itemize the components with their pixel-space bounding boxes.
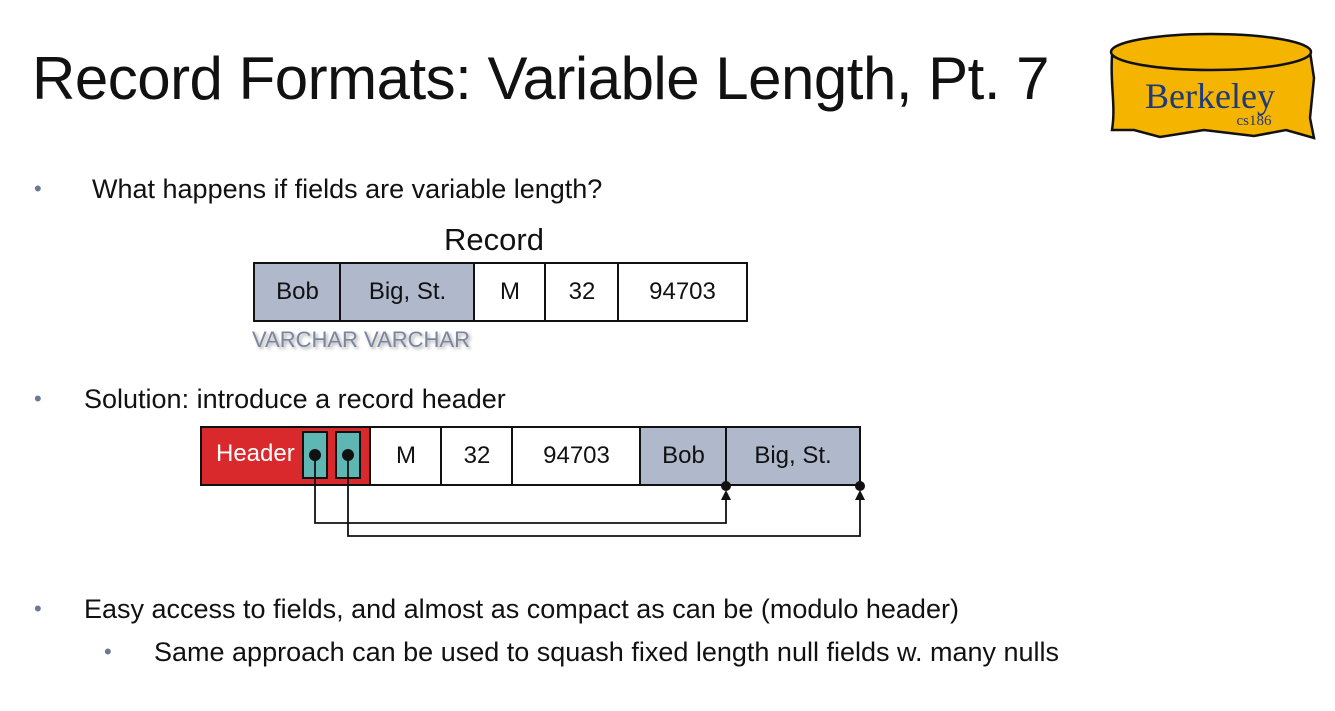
berkeley-logo: Berkeley cs186: [1109, 32, 1316, 140]
header-record-field-address: Big, St.: [725, 426, 861, 486]
record-field-zip: 94703: [617, 262, 748, 322]
header-record-field-age: 32: [440, 426, 514, 486]
bullet-text: Same approach can be used to squash fixe…: [154, 637, 1060, 667]
logo-name: Berkeley: [1145, 76, 1275, 116]
header-record-field-bob: Bob: [639, 426, 728, 486]
logo-course: cs186: [1237, 113, 1272, 129]
header-record-field-gender: M: [369, 426, 443, 486]
bullet-text: What happens if fields are variable leng…: [92, 174, 603, 204]
record-field-age: 32: [544, 262, 620, 322]
pointer-slot-1: [302, 431, 328, 479]
arrowhead-2: [855, 490, 865, 500]
record-field-gender: M: [473, 262, 547, 322]
bullet-text: Easy access to fields, and almost as com…: [84, 594, 959, 624]
pointer-slot-2: [335, 431, 361, 479]
record-field-address: Big, St.: [339, 262, 476, 322]
varchar-type-label: VARCHAR VARCHAR: [252, 327, 470, 352]
record-field-bob: Bob: [253, 262, 342, 322]
record-label: Record: [444, 222, 544, 257]
bullet-marker: •: [104, 639, 112, 664]
arrowhead-1: [721, 490, 731, 500]
bullet-marker: •: [34, 386, 42, 411]
bullet-text: Solution: introduce a record header: [84, 384, 506, 414]
bullet-marker: •: [34, 176, 42, 201]
header-record-field-zip: 94703: [511, 426, 642, 486]
logo-rim: [1109, 32, 1313, 72]
bullet-marker: •: [34, 596, 42, 621]
slide-title: Record Formats: Variable Length, Pt. 7: [32, 45, 1050, 112]
record-header-label: Header: [216, 440, 295, 467]
